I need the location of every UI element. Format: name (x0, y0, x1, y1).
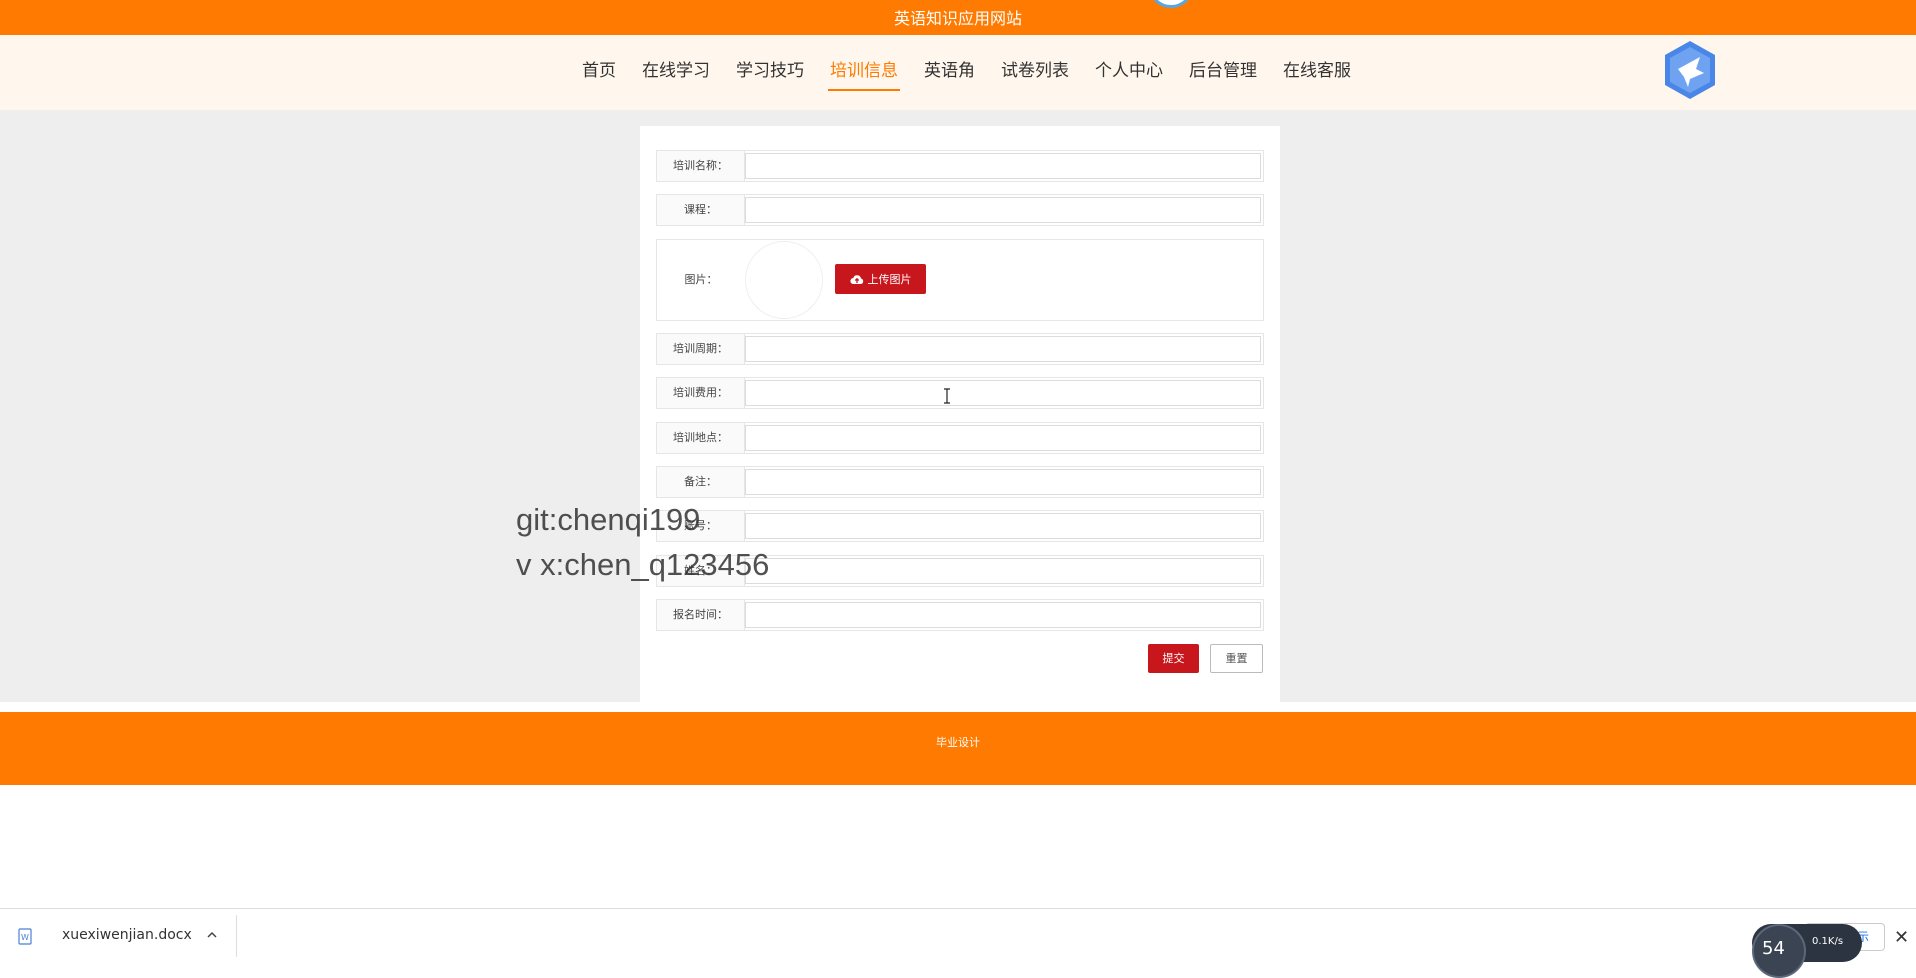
account-input[interactable] (745, 513, 1261, 539)
footer-text: 毕业设计 (936, 736, 980, 749)
field-label: 报名时间： (657, 600, 745, 630)
divider (236, 915, 237, 957)
bird-logo-icon[interactable] (1662, 39, 1718, 101)
form-row-training-name: 培训名称： (656, 150, 1264, 182)
form-row-training-fee: 培训费用： (656, 377, 1264, 409)
field-label: 培训名称： (657, 151, 745, 181)
nav-item-personal-center[interactable]: 个人中心 (1093, 59, 1165, 91)
course-input[interactable] (745, 197, 1261, 223)
signup-time-input[interactable] (745, 602, 1261, 628)
svg-text:W: W (21, 933, 29, 942)
field-label: 课程： (657, 195, 745, 225)
main-nav: 首页 在线学习 学习技巧 培训信息 英语角 试卷列表 个人中心 后台管理 在线客… (580, 59, 1375, 91)
training-fee-input[interactable] (745, 380, 1261, 406)
field-label: 图片： (684, 273, 718, 286)
field-label: 培训周期： (657, 334, 745, 364)
cloud-upload-icon (849, 274, 863, 284)
submit-button[interactable]: 提交 (1148, 644, 1199, 673)
training-period-input[interactable] (745, 336, 1261, 362)
upload-image-label: 上传图片 (867, 273, 912, 286)
form-row-training-location: 培训地点： (656, 422, 1264, 454)
form-row-image: 图片： 上传图片 (656, 239, 1264, 321)
form-row-course: 课程： (656, 194, 1264, 226)
field-label: 培训地点： (657, 423, 745, 453)
nav-item-training-info[interactable]: 培训信息 (828, 59, 900, 91)
chevron-up-icon[interactable] (206, 929, 218, 941)
text-cursor-icon (944, 388, 950, 404)
nav-item-customer-service[interactable]: 在线客服 (1281, 59, 1353, 91)
nav-item-admin[interactable]: 后台管理 (1187, 59, 1259, 91)
top-header: 英语知识应用网站 (0, 0, 1916, 35)
watermark-line-2: v x:chen_q123456 (516, 547, 770, 582)
word-file-icon: W (18, 928, 32, 945)
field-label: 培训费用： (657, 378, 745, 408)
upload-rate: 0.1K/s (1812, 936, 1844, 947)
speed-percent: 54 (1762, 938, 1785, 959)
field-label: 备注： (657, 467, 745, 497)
training-location-input[interactable] (745, 425, 1261, 451)
watermark: git:chenqi199 v x:chen_q123456 (516, 497, 769, 587)
download-bar: W xuexiwenjian.docx 全部显示 ✕ (0, 908, 1916, 962)
nav-item-online-learning[interactable]: 在线学习 (640, 59, 712, 91)
form-row-training-period: 培训周期： (656, 333, 1264, 365)
watermark-line-1: git:chenqi199 (516, 502, 701, 537)
close-icon[interactable]: ✕ (1894, 927, 1909, 948)
form-row-remarks: 备注： (656, 466, 1264, 498)
site-title: 英语知识应用网站 (893, 9, 1022, 28)
nav-item-exam-list[interactable]: 试卷列表 (999, 59, 1071, 91)
upload-image-button[interactable]: 上传图片 (835, 264, 926, 294)
form-row-signup-time: 报名时间： (656, 599, 1264, 631)
name-input[interactable] (745, 558, 1261, 584)
image-preview (745, 241, 823, 319)
remarks-input[interactable] (745, 469, 1261, 495)
nav-item-study-tips[interactable]: 学习技巧 (734, 59, 806, 91)
download-file-name[interactable]: xuexiwenjian.docx (62, 927, 192, 943)
footer: 毕业设计 (0, 712, 1916, 785)
reset-button[interactable]: 重置 (1210, 644, 1263, 673)
nav-item-english-corner[interactable]: 英语角 (922, 59, 977, 91)
training-name-input[interactable] (745, 153, 1261, 179)
network-speed-widget[interactable]: 54 0.1K/s (1752, 924, 1862, 978)
main-nav-bar: 首页 在线学习 学习技巧 培训信息 英语角 试卷列表 个人中心 后台管理 在线客… (0, 35, 1916, 110)
nav-item-home[interactable]: 首页 (580, 59, 618, 91)
